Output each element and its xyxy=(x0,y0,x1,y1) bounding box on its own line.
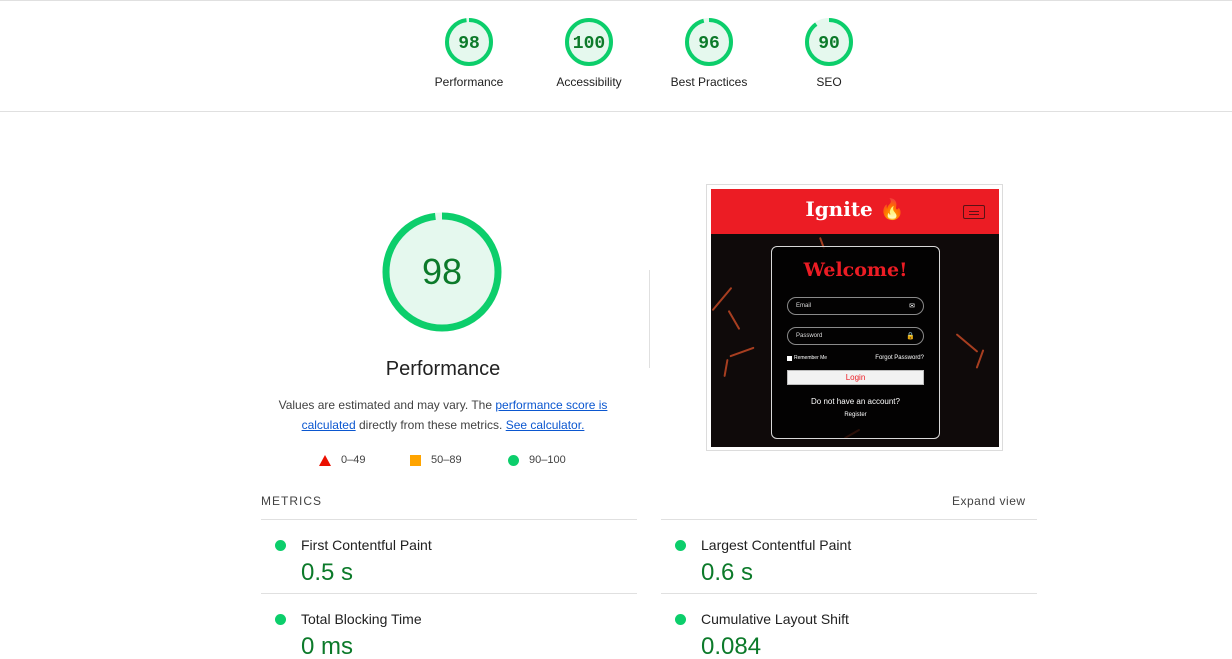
performance-score: 98 xyxy=(422,251,462,292)
password-field: Password 🔒 xyxy=(787,327,924,345)
metric-cumulative-layout-shift: Cumulative Layout Shift 0.084 xyxy=(661,599,1037,659)
good-status-icon xyxy=(675,540,686,551)
login-card: Welcome! Email ✉ Password 🔒 Remember Me … xyxy=(771,246,940,439)
legend-label: 0–49 xyxy=(341,454,366,466)
legend-poor: 0–49 xyxy=(319,454,365,466)
metrics-divider xyxy=(261,593,637,594)
performance-gauge: 98 xyxy=(382,212,502,332)
gauge-score: 90 xyxy=(818,34,840,54)
gauge-label: Accessibility xyxy=(556,75,622,89)
note-text: Values are estimated and may vary. The xyxy=(278,398,496,412)
gauge-label: SEO xyxy=(816,75,842,89)
note-text: directly from these metrics. xyxy=(355,418,506,432)
metric-total-blocking-time: Total Blocking Time 0 ms xyxy=(261,599,637,659)
gauge-best-practices[interactable]: 96 Best Practices xyxy=(649,17,769,89)
gauge-score: 96 xyxy=(698,34,720,54)
spark-decoration xyxy=(955,333,979,353)
gauge-accessibility[interactable]: 100 Accessibility xyxy=(529,17,649,89)
login-button: Login xyxy=(787,370,924,385)
gauge-ring: 98 xyxy=(445,18,493,66)
gauge-performance[interactable]: 98 Performance xyxy=(409,17,529,89)
email-placeholder: Email xyxy=(796,303,812,309)
gauge-score: 98 xyxy=(458,34,480,54)
metric-value: 0.5 s xyxy=(301,559,354,586)
email-field: Email ✉ xyxy=(787,297,924,315)
register-link: Register xyxy=(844,412,867,418)
metric-value: 0.6 s xyxy=(701,559,754,586)
legend-average: 50–89 xyxy=(410,454,462,466)
gauge-seo[interactable]: 90 SEO xyxy=(769,17,889,89)
see-calculator-link[interactable]: See calculator. xyxy=(506,418,585,432)
legend-label: 50–89 xyxy=(431,454,462,466)
good-status-icon xyxy=(275,540,286,551)
spark-decoration xyxy=(711,286,733,312)
good-status-icon xyxy=(275,614,286,625)
vertical-divider xyxy=(649,270,650,368)
metrics-divider xyxy=(661,593,1037,594)
metric-value: 0 ms xyxy=(301,633,354,659)
expand-view-toggle[interactable]: Expand view xyxy=(952,494,1026,508)
triangle-icon xyxy=(319,454,331,466)
final-screenshot[interactable]: Ignite 🔥 Welcome! Email ✉ Password 🔒 Rem… xyxy=(706,184,1003,451)
circle-icon xyxy=(508,454,519,466)
gauge-ring: 90 xyxy=(805,18,853,66)
screenshot-page: Ignite 🔥 Welcome! Email ✉ Password 🔒 Rem… xyxy=(711,189,999,447)
square-icon xyxy=(410,454,421,466)
login-heading: Welcome! xyxy=(803,259,908,281)
legend-good: 90–100 xyxy=(508,454,566,466)
metric-name: Cumulative Layout Shift xyxy=(701,611,849,627)
metric-name: Largest Contentful Paint xyxy=(701,537,852,553)
no-account-text: Do not have an account? xyxy=(811,397,900,406)
metrics-title: METRICS xyxy=(261,494,322,508)
metric-value: 0.084 xyxy=(701,633,762,659)
metric-name: Total Blocking Time xyxy=(301,611,422,627)
performance-title: Performance xyxy=(385,358,501,380)
spark-decoration xyxy=(723,358,729,378)
remember-me: Remember Me xyxy=(787,355,827,361)
remember-label: Remember Me xyxy=(794,355,828,361)
score-note: Values are estimated and may vary. The p… xyxy=(262,395,624,435)
legend-label: 90–100 xyxy=(529,454,566,466)
checkbox-icon xyxy=(787,355,792,361)
score-summary-bar: 98 Performance 100 Accessibility 96 Best… xyxy=(0,0,1232,112)
forgot-password: Forgot Password? xyxy=(875,355,924,361)
lock-icon: 🔒 xyxy=(906,333,915,340)
metric-name: First Contentful Paint xyxy=(301,537,432,553)
gauge-ring: 100 xyxy=(565,18,613,66)
menu-icon xyxy=(963,205,985,219)
password-placeholder: Password xyxy=(796,333,823,339)
metrics-divider xyxy=(661,519,1037,520)
gauge-score: 100 xyxy=(573,34,605,54)
screenshot-header: Ignite 🔥 xyxy=(711,189,999,234)
metric-first-contentful-paint: First Contentful Paint 0.5 s xyxy=(261,525,637,599)
gauge-label: Best Practices xyxy=(670,75,748,89)
spark-decoration xyxy=(729,346,755,358)
good-status-icon xyxy=(675,614,686,625)
envelope-icon: ✉ xyxy=(909,303,915,310)
gauge-ring: 96 xyxy=(685,18,733,66)
metrics-divider xyxy=(261,519,637,520)
gauge-label: Performance xyxy=(434,75,504,89)
metric-largest-contentful-paint: Largest Contentful Paint 0.6 s xyxy=(661,525,1037,599)
spark-decoration xyxy=(727,309,741,331)
screenshot-brand: Ignite 🔥 xyxy=(805,197,905,221)
